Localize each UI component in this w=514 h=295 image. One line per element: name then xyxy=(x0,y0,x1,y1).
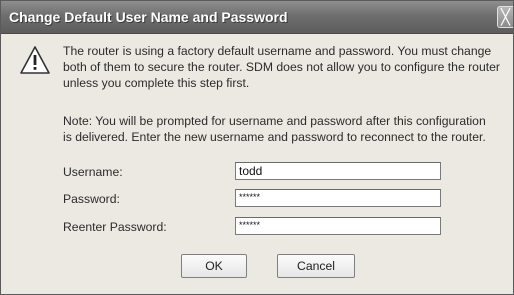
note-message: Note: You will be prompted for username … xyxy=(63,114,486,144)
ok-button[interactable]: OK xyxy=(181,254,247,278)
reenter-password-field[interactable]: ****** xyxy=(235,217,441,235)
dialog-title: Change Default User Name and Password xyxy=(9,9,288,25)
username-label: Username: xyxy=(63,165,123,179)
warning-icon xyxy=(20,46,50,74)
password-field[interactable]: ****** xyxy=(235,189,441,207)
password-label: Password: xyxy=(63,192,120,206)
close-button[interactable]: ╳ xyxy=(497,6,513,28)
reenter-password-label: Reenter Password: xyxy=(63,220,167,234)
close-icon: ╳ xyxy=(500,9,511,26)
cancel-button[interactable]: Cancel xyxy=(277,254,355,278)
title-bar[interactable]: Change Default User Name and Password ╳ xyxy=(1,1,513,34)
change-password-dialog: Change Default User Name and Password ╳ … xyxy=(0,0,514,295)
username-field[interactable] xyxy=(235,162,441,180)
warning-message: The router is using a factory default us… xyxy=(63,44,500,90)
